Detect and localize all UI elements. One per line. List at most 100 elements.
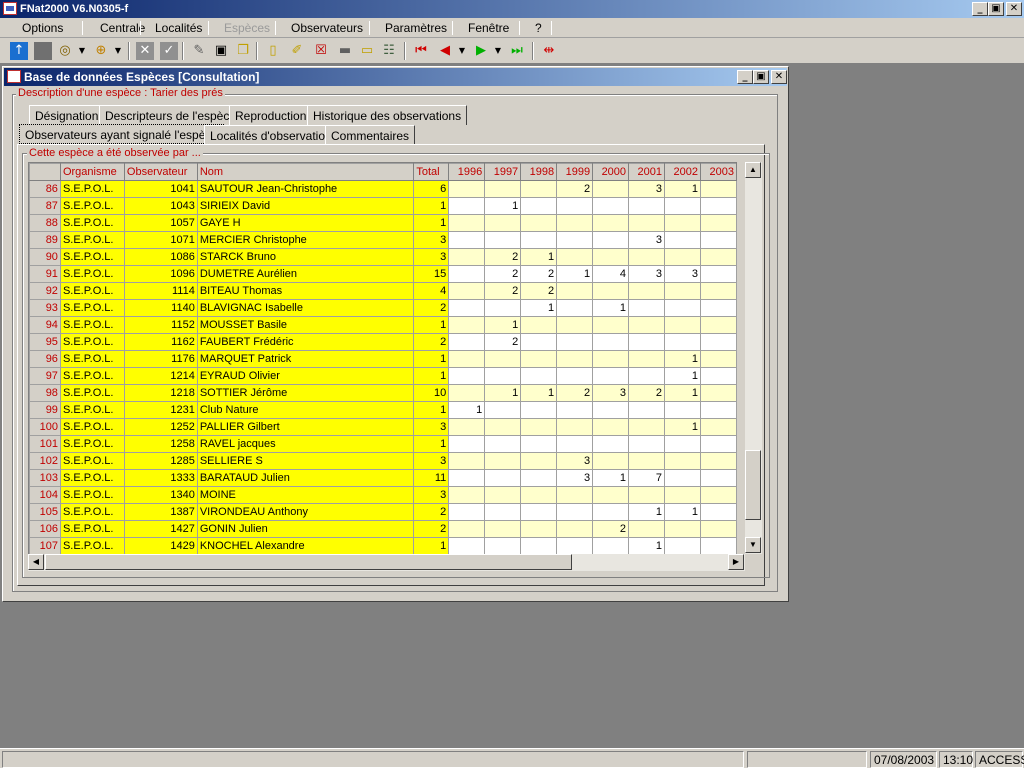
refresh-icon[interactable]: ◎ xyxy=(56,42,74,60)
cell-year-1999[interactable] xyxy=(556,197,594,215)
menu-help[interactable]: ? xyxy=(535,21,542,35)
cell-year-1998[interactable]: 2 xyxy=(520,282,558,300)
cell-total[interactable]: 4 xyxy=(413,282,450,300)
row-number[interactable]: 88 xyxy=(29,214,61,232)
cell-year-2001[interactable] xyxy=(628,418,665,436)
cell-year-1998[interactable] xyxy=(520,214,558,232)
cell-year-1998[interactable]: 2 xyxy=(520,265,558,283)
cell-year-2003[interactable] xyxy=(699,316,737,334)
cell-organisme[interactable]: S.E.P.O.L. xyxy=(59,248,125,266)
cell-year-1999[interactable] xyxy=(556,231,594,249)
cell-year-1998[interactable]: 1 xyxy=(520,384,558,402)
table-row[interactable]: 105 S.E.P.O.L. 1387 VIRONDEAU Anthony 2 1 1 xyxy=(29,503,737,521)
cell-observateur[interactable]: 1043 xyxy=(123,197,198,215)
cell-year-1996[interactable] xyxy=(448,503,486,521)
cell-year-2002[interactable]: 1 xyxy=(664,350,701,368)
column-header-1998[interactable]: 1998 xyxy=(520,163,558,181)
cell-year-2002[interactable] xyxy=(664,231,701,249)
table-row[interactable]: 88 S.E.P.O.L. 1057 GAYE H1 xyxy=(29,214,737,232)
row-number[interactable]: 86 xyxy=(29,180,61,198)
next-record-icon[interactable]: ▶ xyxy=(472,42,490,60)
cell-year-2002[interactable] xyxy=(664,401,701,419)
window-minimize-button[interactable]: _ xyxy=(737,70,753,84)
table-row[interactable]: 103 S.E.P.O.L. 1333 BARATAUD Julien 11 3 1 7 xyxy=(29,469,737,487)
cell-observateur[interactable]: 1071 xyxy=(123,231,198,249)
cell-year-2000[interactable] xyxy=(592,503,630,521)
cell-year-2001[interactable] xyxy=(628,520,665,538)
cell-year-2003[interactable] xyxy=(699,452,737,470)
cell-nom[interactable]: MOINE xyxy=(196,486,415,504)
cell-organisme[interactable]: S.E.P.O.L. xyxy=(59,299,125,317)
cell-total[interactable]: 6 xyxy=(413,180,450,198)
cell-total[interactable]: 3 xyxy=(413,231,450,249)
row-number[interactable]: 103 xyxy=(29,469,61,487)
cell-year-2002[interactable]: 1 xyxy=(664,180,701,198)
cell-total[interactable]: 1 xyxy=(413,401,450,419)
cell-year-2002[interactable] xyxy=(664,452,701,470)
column-header-organisme[interactable]: Organisme xyxy=(59,163,125,181)
cell-observateur[interactable]: 1258 xyxy=(123,435,198,453)
table-row[interactable]: 95 S.E.P.O.L. 1162 FAUBERT Frédéric 2 2 xyxy=(29,333,737,351)
cell-observateur[interactable]: 1176 xyxy=(123,350,198,368)
cell-nom[interactable]: BARATAUD Julien xyxy=(196,469,415,487)
column-header-2001[interactable]: 2001 xyxy=(628,163,665,181)
cell-year-2000[interactable] xyxy=(592,180,630,198)
cell-year-2001[interactable] xyxy=(628,248,665,266)
cell-year-1996[interactable] xyxy=(448,214,486,232)
column-header-1996[interactable]: 1996 xyxy=(448,163,486,181)
table-row[interactable]: 89 S.E.P.O.L. 1071 MERCIER Christophe 3 3 xyxy=(29,231,737,249)
chevron-down-icon[interactable]: ▼ xyxy=(494,42,502,60)
cell-year-2000[interactable] xyxy=(592,367,630,385)
cancel-icon[interactable]: ☒ xyxy=(312,42,330,60)
cell-year-2000[interactable] xyxy=(592,333,630,351)
tab-descripteurs[interactable]: Descripteurs de l'espèce xyxy=(99,105,243,125)
cell-year-2003[interactable] xyxy=(699,214,737,232)
cell-year-1998[interactable]: 1 xyxy=(520,248,558,266)
row-number[interactable]: 106 xyxy=(29,520,61,538)
tab-localites[interactable]: Localités d'observation xyxy=(204,125,338,145)
cell-organisme[interactable]: S.E.P.O.L. xyxy=(59,316,125,334)
cell-year-1998[interactable] xyxy=(520,469,558,487)
cell-organisme[interactable]: S.E.P.O.L. xyxy=(59,469,125,487)
cell-year-1999[interactable]: 2 xyxy=(556,384,594,402)
cell-year-2002[interactable] xyxy=(664,214,701,232)
cell-year-1999[interactable] xyxy=(556,214,594,232)
cell-year-2000[interactable] xyxy=(592,214,630,232)
cell-total[interactable]: 1 xyxy=(413,214,450,232)
delete-icon[interactable]: ✕ xyxy=(136,42,154,60)
cell-nom[interactable]: VIRONDEAU Anthony xyxy=(196,503,415,521)
cell-year-1998[interactable] xyxy=(520,231,558,249)
cell-year-2003[interactable] xyxy=(699,486,737,504)
menu-parametres[interactable]: Paramètres xyxy=(385,21,447,35)
table-row[interactable]: 97 S.E.P.O.L. 1214 EYRAUD Olivier 1 1 xyxy=(29,367,737,385)
cell-year-1997[interactable] xyxy=(484,486,522,504)
cell-nom[interactable]: MARQUET Patrick xyxy=(196,350,415,368)
cell-organisme[interactable]: S.E.P.O.L. xyxy=(59,537,125,554)
table-row[interactable]: 96 S.E.P.O.L. 1176 MARQUET Patrick 1 1 xyxy=(29,350,737,368)
prev-record-icon[interactable]: ◀ xyxy=(436,42,454,60)
cell-nom[interactable]: BITEAU Thomas xyxy=(196,282,415,300)
cell-year-1998[interactable] xyxy=(520,401,558,419)
cell-organisme[interactable]: S.E.P.O.L. xyxy=(59,350,125,368)
stop-icon[interactable] xyxy=(34,42,52,60)
cell-observateur[interactable]: 1333 xyxy=(123,469,198,487)
scroll-down-icon[interactable]: ▼ xyxy=(745,537,761,553)
cell-year-2000[interactable] xyxy=(592,248,630,266)
cell-year-1997[interactable] xyxy=(484,299,522,317)
cell-year-2003[interactable] xyxy=(699,418,737,436)
cell-year-1998[interactable] xyxy=(520,418,558,436)
cell-observateur[interactable]: 1429 xyxy=(123,537,198,554)
cell-year-2002[interactable] xyxy=(664,435,701,453)
print-icon[interactable]: ▬ xyxy=(336,42,354,60)
cell-observateur[interactable]: 1387 xyxy=(123,503,198,521)
cell-total[interactable]: 1 xyxy=(413,435,450,453)
cell-organisme[interactable]: S.E.P.O.L. xyxy=(59,435,125,453)
cell-year-1999[interactable] xyxy=(556,401,594,419)
cell-nom[interactable]: KNOCHEL Alexandre xyxy=(196,537,415,554)
cell-year-1997[interactable] xyxy=(484,180,522,198)
pin-icon[interactable]: ✎ xyxy=(190,42,208,60)
row-number[interactable]: 87 xyxy=(29,197,61,215)
cell-year-1996[interactable] xyxy=(448,350,486,368)
cell-year-2003[interactable] xyxy=(699,520,737,538)
cell-year-1997[interactable] xyxy=(484,231,522,249)
